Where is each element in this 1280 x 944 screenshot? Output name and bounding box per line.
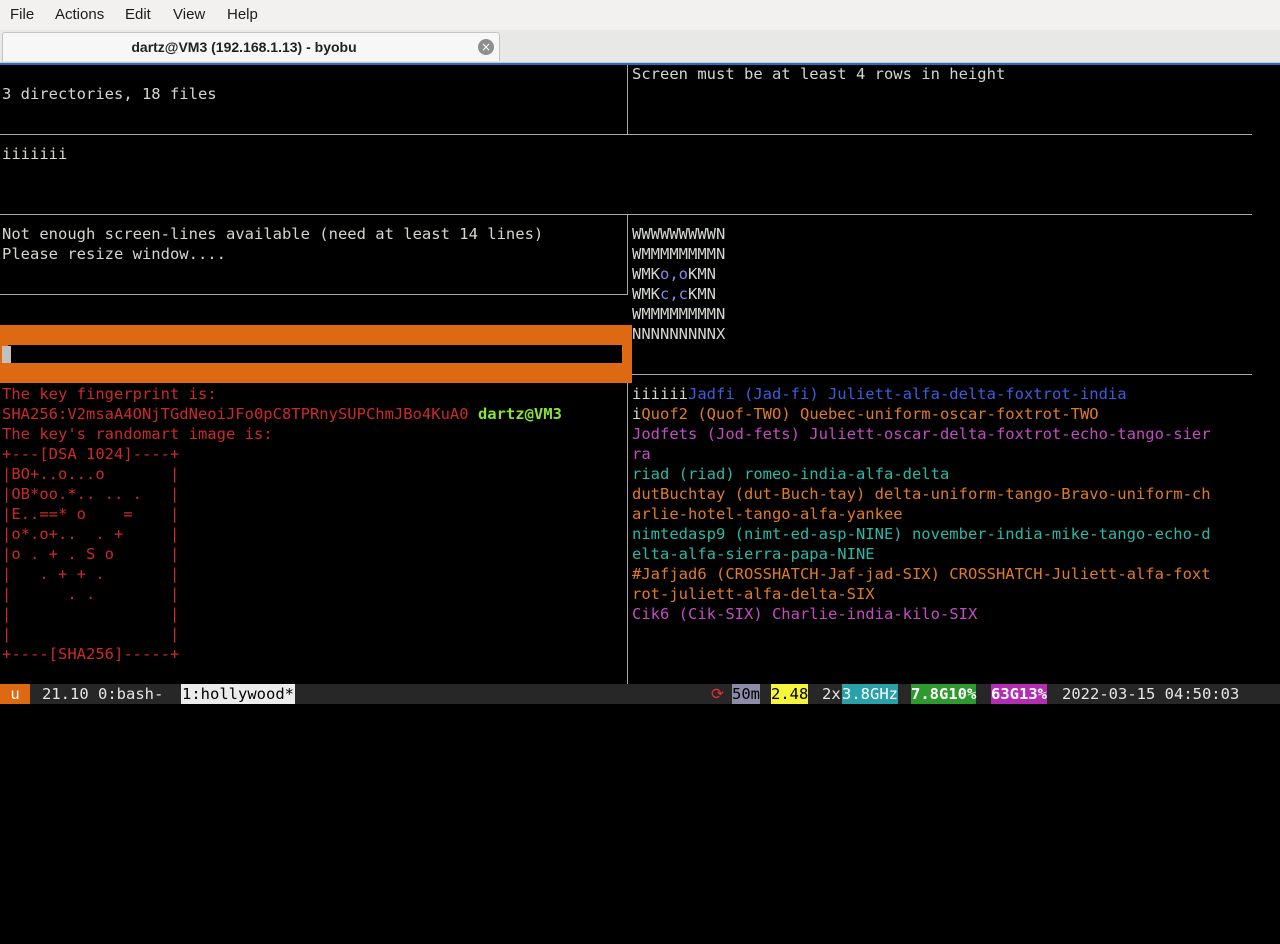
- pane-divider: [627, 383, 628, 685]
- randomart-line: |o*.o+.. . + |: [2, 525, 180, 543]
- randomart-line: |OB*oo.*.. .. . |: [2, 485, 180, 503]
- restart-icon: ⟳: [711, 685, 724, 703]
- word-line: arlie-hotel-tango-alfa-yankee: [632, 505, 903, 523]
- status-datetime: 2022-03-15 04:50:03: [1062, 685, 1240, 703]
- status-release: 21.10: [42, 685, 89, 703]
- progress-bar-track: [8, 345, 622, 363]
- randomart-line: | . . |: [2, 585, 180, 603]
- pane-resize-msg: Please resize window....: [2, 245, 226, 263]
- randomart-line: | |: [2, 605, 180, 623]
- tab-bar: dartz@VM3 (192.168.1.13) - byobu ×: [0, 30, 1280, 63]
- randomart-label: The key's randomart image is:: [2, 425, 273, 443]
- close-icon[interactable]: ×: [478, 39, 494, 55]
- randomart-line: |o . + . S o |: [2, 545, 180, 563]
- word-line: nimtedasp9 (nimt-ed-asp-NINE) november-i…: [632, 525, 1211, 543]
- word-line: Jodfets (Jod-fets) Juliett-oscar-delta-f…: [632, 425, 1211, 443]
- terminal-bottom: [0, 704, 1280, 720]
- randomart-line: | . + + . |: [2, 565, 180, 583]
- menu-view[interactable]: View: [173, 6, 205, 23]
- menu-file[interactable]: File: [10, 6, 34, 23]
- status-load: 2.48: [771, 684, 809, 704]
- ascii-art-line: WMMMMMMMMN: [632, 245, 726, 263]
- tab-title: dartz@VM3 (192.168.1.13) - byobu: [131, 39, 357, 55]
- ascii-art-line: WMKo,oKMN: [632, 265, 716, 283]
- menu-help[interactable]: Help: [227, 6, 258, 23]
- word-line: iiiiiiJadfi (Jad-fi) Juliett-alfa-delta-…: [632, 385, 1127, 403]
- ascii-art-line: WMKc,cKMN: [632, 285, 716, 303]
- pane-divider: [627, 215, 628, 295]
- word-line: #Jafjad6 (CROSSHATCH-Jaf-jad-SIX) CROSSH…: [632, 565, 1211, 583]
- fingerprint-line: SHA256:V2msaA4ONjTGdNeoiJFo0pC8TPRnySUPC…: [2, 405, 562, 423]
- menu-edit[interactable]: Edit: [125, 6, 151, 23]
- status-mem-free: 7.8G10%: [911, 684, 977, 704]
- randomart-line: |BO+..o...o |: [2, 465, 180, 483]
- status-uptime: 50m: [732, 684, 760, 704]
- terminal-area[interactable]: 3 directories, 18 files Screen must be a…: [0, 63, 1280, 720]
- word-line: Cik6 (Cik-SIX) Charlie-india-kilo-SIX: [632, 605, 978, 623]
- ascii-art-line: WWWWWWWWWN: [632, 225, 726, 243]
- menu-actions[interactable]: Actions: [55, 6, 104, 23]
- status-cpu-freq: 3.8GHz: [842, 684, 898, 704]
- pane-divider: [0, 134, 1252, 135]
- pane-lines-warning: Not enough screen-lines available (need …: [2, 225, 544, 243]
- word-line: dutBuchtay (dut-Buch-tay) delta-uniform-…: [632, 485, 1211, 503]
- pane-divider: [627, 65, 628, 135]
- pane-divider: [0, 214, 1252, 215]
- status-cpu-count: 2x: [822, 685, 841, 703]
- ascii-art-line: WMMMMMMMMN: [632, 305, 726, 323]
- status-disk: 63G13%: [991, 684, 1047, 704]
- word-line: rot-juliett-alfa-delta-SIX: [632, 585, 875, 603]
- window-tab-1[interactable]: 1:hollywood*: [181, 684, 295, 704]
- terminal-cursor: [2, 346, 11, 363]
- randomart-line: +---[DSA 1024]----+: [2, 445, 180, 463]
- word-line: ra: [632, 445, 651, 463]
- randomart-line: +----[SHA256]-----+: [2, 645, 180, 663]
- word-line: elta-alfa-sierra-papa-NINE: [632, 545, 875, 563]
- pane-tree-output: 3 directories, 18 files: [2, 85, 217, 103]
- word-line: riad (riad) romeo-india-alfa-delta: [632, 465, 950, 483]
- pane-divider: [632, 374, 1252, 375]
- ascii-art-line: NNNNNNNNNX: [632, 325, 726, 343]
- randomart-line: |E..==* o = |: [2, 505, 180, 523]
- fingerprint-label: The key fingerprint is:: [2, 385, 217, 403]
- pane-screen-warning: Screen must be at least 4 rows in height: [632, 65, 1006, 83]
- window-tab-0[interactable]: 0:bash-: [98, 684, 163, 704]
- terminal-tab[interactable]: dartz@VM3 (192.168.1.13) - byobu ×: [2, 32, 500, 61]
- pane-iiiii: iiiiiii: [2, 145, 68, 163]
- byobu-status-bar: u 21.10 0:bash- 1:hollywood* ⟳ 50m 2.48 …: [0, 684, 1280, 704]
- menu-bar: File Actions Edit View Help: [0, 0, 1280, 30]
- randomart-line: | |: [2, 625, 180, 643]
- pane-divider: [0, 294, 627, 295]
- status-logo: u: [0, 684, 30, 704]
- word-line: iQuof2 (Quof-TWO) Quebec-uniform-oscar-f…: [632, 405, 1099, 423]
